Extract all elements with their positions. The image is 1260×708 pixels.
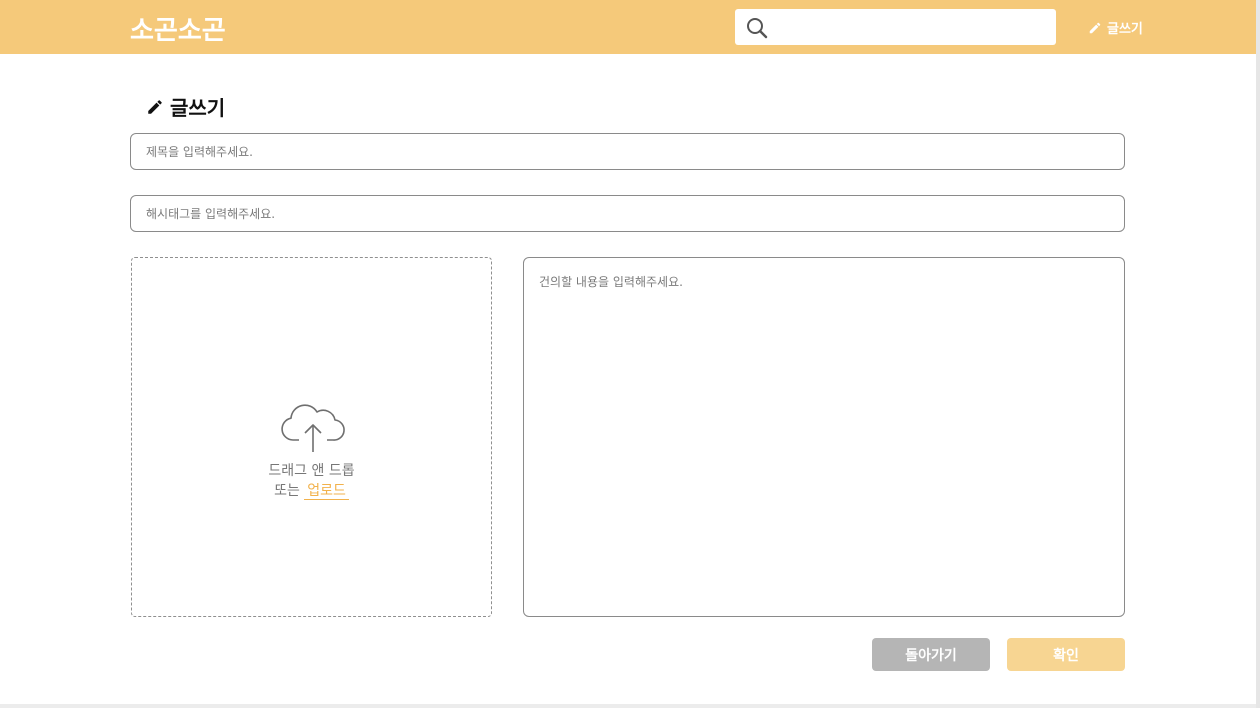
top-navbar: 소곤소곤 글쓰기 (0, 0, 1256, 54)
image-upload-dropzone[interactable]: 드래그 앤 드롭 또는 업로드 (131, 257, 492, 617)
horizontal-scrollbar[interactable] (0, 704, 1256, 708)
content-textarea[interactable] (524, 258, 1124, 616)
page-title-text: 글쓰기 (170, 96, 226, 120)
content-field[interactable] (523, 257, 1125, 617)
upload-second-line: 또는 업로드 (132, 481, 491, 501)
upload-instructions: 드래그 앤 드롭 또는 업로드 (132, 461, 491, 501)
back-button[interactable]: 돌아가기 (872, 638, 990, 671)
app-logo[interactable]: 소곤소곤 (130, 10, 226, 47)
cloud-upload-icon (281, 404, 345, 452)
upload-link[interactable]: 업로드 (304, 483, 349, 500)
upload-drag-text: 드래그 앤 드롭 (268, 463, 355, 479)
hashtag-input[interactable] (131, 196, 1124, 231)
title-field[interactable] (130, 133, 1125, 170)
upload-or-text: 또는 (274, 483, 300, 499)
pencil-icon (148, 99, 162, 114)
page-scrollbar[interactable] (1256, 0, 1260, 708)
page-title: 글쓰기 (146, 92, 225, 121)
pencil-icon (1089, 22, 1101, 33)
search-input[interactable] (771, 9, 1055, 47)
confirm-button[interactable]: 확인 (1007, 638, 1125, 671)
write-nav-link[interactable]: 글쓰기 (1088, 18, 1143, 37)
title-input[interactable] (131, 134, 1124, 169)
search-icon[interactable] (745, 16, 769, 40)
write-nav-label: 글쓰기 (1107, 22, 1143, 37)
hashtag-field[interactable] (130, 195, 1125, 232)
search-box[interactable] (735, 9, 1056, 47)
